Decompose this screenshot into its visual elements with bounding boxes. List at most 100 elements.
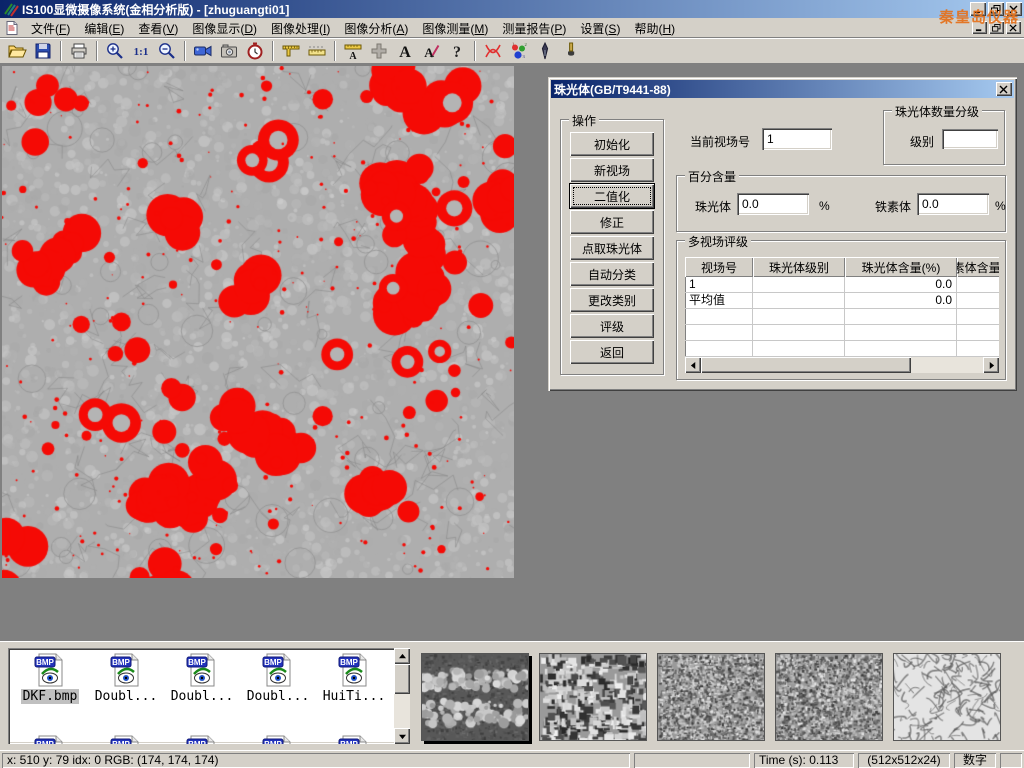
classify-button[interactable]: 1 2 3 [506, 39, 532, 63]
video-capture-button[interactable] [190, 39, 216, 63]
change-class-button[interactable]: 更改类别 [570, 288, 654, 312]
bmp-file-icon: BMP [261, 734, 295, 744]
scrollbar-thumb[interactable] [701, 357, 911, 373]
table-horizontal-scrollbar[interactable] [685, 357, 999, 373]
menu-image-display[interactable]: 图像显示(D) [185, 18, 264, 39]
timer-button[interactable] [242, 39, 268, 63]
file-list-item[interactable]: BMP DKF.bmp [13, 652, 87, 704]
menu-edit[interactable]: 编辑(E) [77, 18, 131, 39]
table-row[interactable] [685, 309, 999, 325]
table-row[interactable] [685, 341, 999, 357]
menu-measure-report[interactable]: 测量报告(P) [495, 18, 573, 39]
menu-settings[interactable]: 设置(S) [573, 18, 627, 39]
file-list-item[interactable]: BMP [165, 734, 239, 744]
application-window: IS100显微摄像系统(金相分析版) - [zhuguangti01] 秦皇岛仪… [0, 0, 1024, 768]
thumbnail-4[interactable] [775, 653, 883, 741]
menu-file[interactable]: 文件(F) [24, 18, 77, 39]
menu-bar: 文件(F) 编辑(E) 查看(V) 图像显示(D) 图像处理(I) 图像分析(A… [0, 18, 1024, 38]
file-list-item[interactable]: BMP [317, 734, 391, 744]
minimize-button[interactable] [970, 2, 986, 16]
thumbnail-3[interactable] [657, 653, 765, 741]
mdi-restore-button[interactable] [989, 21, 1004, 34]
ferrite-percent-input[interactable] [917, 193, 989, 215]
table-row[interactable]: 平均值0.0 [685, 293, 999, 309]
scroll-left-button[interactable] [685, 357, 701, 373]
return-button[interactable]: 返回 [570, 340, 654, 364]
zoom-out-button[interactable] [154, 39, 180, 63]
file-list-item[interactable]: BMP Doubl... [241, 652, 315, 704]
thumbnail-2[interactable] [539, 653, 647, 741]
file-name[interactable]: HuiTi... [321, 689, 388, 704]
thumbnail-5[interactable] [893, 653, 1001, 741]
col-ferrite-percent[interactable]: 铁素体含量(%) [957, 257, 999, 277]
file-list[interactable]: BMP DKF.bmp BMP Doubl... BMP [8, 648, 410, 744]
file-list-item[interactable]: BMP [241, 734, 315, 744]
dialog-title-bar[interactable]: 珠光体(GB/T9441-88) [551, 80, 1014, 98]
curve-tool-button[interactable] [480, 39, 506, 63]
file-list-item[interactable]: BMP HuiTi... [317, 652, 391, 704]
menu-image-measure[interactable]: 图像测量(M) [415, 18, 495, 39]
scrollbar-thumb[interactable] [394, 664, 410, 694]
help-button[interactable]: ? [444, 39, 470, 63]
scroll-up-button[interactable] [394, 648, 410, 664]
scroll-right-button[interactable] [983, 357, 999, 373]
grid-merge-button[interactable] [366, 39, 392, 63]
menu-image-process[interactable]: 图像处理(I) [264, 18, 337, 39]
save-button[interactable] [30, 39, 56, 63]
file-list-scrollbar[interactable] [394, 648, 410, 744]
binarize-button[interactable]: 二值化 [570, 184, 654, 208]
mdi-close-button[interactable] [1006, 21, 1021, 34]
col-pearlite-grade[interactable]: 珠光体级别 [753, 257, 845, 277]
pick-pearlite-button[interactable]: 点取珠光体 [570, 236, 654, 260]
pen-tool-button[interactable] [532, 39, 558, 63]
pearlite-percent-input[interactable] [737, 193, 809, 215]
menu-view[interactable]: 查看(V) [131, 18, 185, 39]
file-list-item[interactable]: BMP Doubl... [165, 652, 239, 704]
actual-size-button[interactable]: 1:1 [128, 39, 154, 63]
document-icon[interactable] [4, 20, 20, 36]
menu-image-analysis[interactable]: 图像分析(A) [337, 18, 415, 39]
photo-capture-button[interactable] [216, 39, 242, 63]
measure-text-button[interactable]: A [340, 39, 366, 63]
close-button[interactable] [1006, 2, 1022, 16]
current-field-input[interactable] [762, 128, 832, 150]
file-name[interactable]: DKF.bmp [21, 689, 80, 704]
grade-input[interactable] [942, 129, 998, 149]
col-field-number[interactable]: 视场号 [685, 257, 753, 277]
scroll-down-button[interactable] [394, 728, 410, 744]
open-button[interactable] [4, 39, 30, 63]
correct-button[interactable]: 修正 [570, 210, 654, 234]
bottom-panel: BMP DKF.bmp BMP Doubl... BMP [0, 640, 1024, 750]
zoom-in-button[interactable] [102, 39, 128, 63]
caliper-button[interactable] [278, 39, 304, 63]
file-name[interactable]: Doubl... [169, 689, 236, 704]
restore-button[interactable] [988, 2, 1004, 16]
init-button[interactable]: 初始化 [570, 132, 654, 156]
col-pearlite-percent[interactable]: 珠光体含量(%) [845, 257, 957, 277]
menu-help[interactable]: 帮助(H) [627, 18, 682, 39]
micrograph-image[interactable] [2, 66, 514, 578]
grade-label: 级别 [910, 133, 934, 150]
table-row[interactable] [685, 325, 999, 341]
minimize-icon [973, 5, 983, 14]
auto-classify-button[interactable]: 自动分类 [570, 262, 654, 286]
dialog-close-button[interactable] [996, 82, 1012, 96]
print-button[interactable] [66, 39, 92, 63]
toolbar-separator [184, 41, 186, 61]
file-name[interactable]: Doubl... [245, 689, 312, 704]
text-button[interactable]: A [392, 39, 418, 63]
file-list-item[interactable]: BMP [89, 734, 163, 744]
thumbnail-1[interactable] [421, 653, 529, 741]
rate-button[interactable]: 评级 [570, 314, 654, 338]
close-icon [999, 85, 1009, 94]
mdi-minimize-button[interactable] [972, 21, 987, 34]
annotate-button[interactable]: A [418, 39, 444, 63]
file-name[interactable]: Doubl... [93, 689, 160, 704]
table-row[interactable]: 10.0 [685, 277, 999, 293]
file-list-item[interactable]: BMP Doubl... [89, 652, 163, 704]
brush-tool-button[interactable] [558, 39, 584, 63]
new-field-button[interactable]: 新视场 [570, 158, 654, 182]
ruler-button[interactable] [304, 39, 330, 63]
svg-text:BMP: BMP [264, 658, 282, 667]
file-list-item[interactable]: BMP [13, 734, 87, 744]
